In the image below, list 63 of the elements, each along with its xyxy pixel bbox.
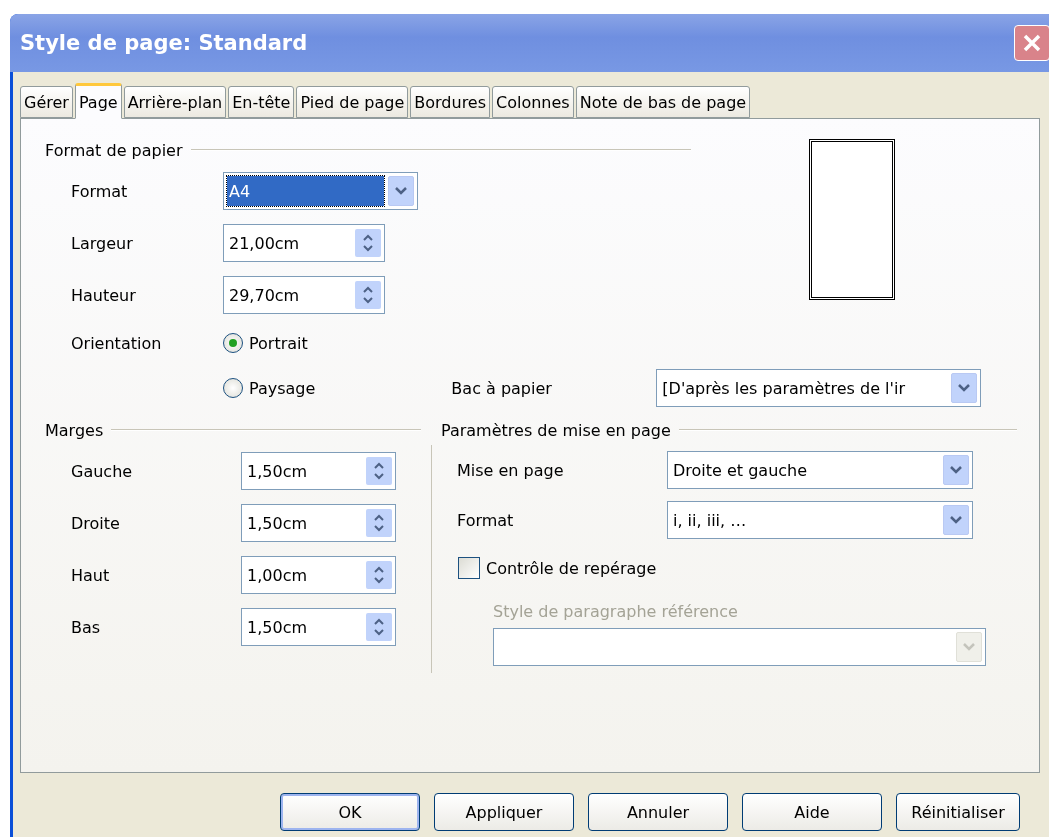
spin-arrows-icon[interactable] <box>355 229 381 257</box>
radio-label[interactable]: Portrait <box>249 333 308 353</box>
field-label: Orientation <box>71 333 163 353</box>
tab[interactable]: En-tête <box>228 86 295 118</box>
radio-button[interactable] <box>223 378 243 398</box>
field-label: Haut <box>71 565 111 585</box>
spin-arrows-icon[interactable] <box>366 561 392 589</box>
spin-field[interactable]: 29,70cm <box>223 276 385 314</box>
spin-arrows-icon[interactable] <box>355 281 381 309</box>
tab[interactable]: Gérer <box>20 86 73 118</box>
dropdown-button[interactable] <box>388 176 414 206</box>
field-label: Largeur <box>71 233 134 253</box>
spin-arrows-icon[interactable] <box>366 457 392 485</box>
tab[interactable]: Note de bas de page <box>575 86 751 118</box>
dialog-button[interactable]: Annuler <box>588 793 728 831</box>
spin-field[interactable]: 1,50cm <box>241 504 396 542</box>
window-title: Style de page: Standard <box>20 31 309 55</box>
spin-field[interactable]: 1,00cm <box>241 556 396 594</box>
format-dropdown[interactable]: A4 <box>223 172 418 210</box>
checkbox-label[interactable]: Contrôle de repérage <box>486 558 657 578</box>
dropdown-field[interactable]: i, ii, iii, … <box>667 501 973 539</box>
field-label: Droite <box>71 513 121 533</box>
dropdown-button[interactable] <box>951 373 978 403</box>
close-button[interactable] <box>1014 25 1049 61</box>
tab[interactable]: Arrière-plan <box>123 86 227 118</box>
dropdown-button[interactable] <box>943 505 969 535</box>
close-icon <box>1022 33 1042 53</box>
field-label: Format <box>457 510 515 530</box>
spin-field[interactable]: 21,00cm <box>223 224 385 262</box>
radio-button[interactable] <box>223 333 243 353</box>
tab[interactable]: Bordures <box>410 86 491 118</box>
field-label: Mise en page <box>457 460 565 480</box>
section-heading: Marges <box>45 420 104 440</box>
section-heading: Format de papier <box>45 140 183 160</box>
dropdown-field[interactable] <box>493 628 986 666</box>
spin-arrows-icon[interactable] <box>366 509 392 537</box>
chevron-down-icon <box>957 383 972 393</box>
dropdown-button[interactable] <box>943 455 969 485</box>
tab[interactable]: Colonnes <box>492 86 574 118</box>
tab[interactable]: Page <box>74 83 122 119</box>
spin-arrows-icon[interactable] <box>366 613 392 641</box>
chevron-down-icon <box>949 465 963 475</box>
chevron-down-icon <box>949 515 963 525</box>
field-label: Gauche <box>71 461 134 481</box>
field-label: Format <box>71 181 129 201</box>
spin-field[interactable]: 1,50cm <box>241 452 396 490</box>
checkbox[interactable] <box>458 557 480 579</box>
spin-field[interactable]: 1,50cm <box>241 608 396 646</box>
field-label: Bac à papier <box>451 378 553 398</box>
radio-label[interactable]: Paysage <box>249 378 316 398</box>
dialog-button[interactable]: Appliquer <box>434 793 574 831</box>
section-heading: Paramètres de mise en page <box>441 420 671 440</box>
dropdown-field[interactable]: Droite et gauche <box>667 451 973 489</box>
chevron-down-icon <box>962 642 976 652</box>
tab[interactable]: Pied de page <box>296 86 409 118</box>
dialog-button[interactable]: Aide <box>742 793 882 831</box>
dialog-button[interactable]: OK <box>280 793 420 831</box>
field-label: Style de paragraphe référence <box>493 602 739 621</box>
dialog-button[interactable]: Réinitialiser <box>896 793 1020 831</box>
paper-tray-dropdown[interactable]: [D'après les paramètres de l'ir <box>656 369 982 407</box>
field-label: Hauteur <box>71 285 137 305</box>
chevron-down-icon <box>394 186 408 196</box>
field-label: Bas <box>71 617 102 637</box>
